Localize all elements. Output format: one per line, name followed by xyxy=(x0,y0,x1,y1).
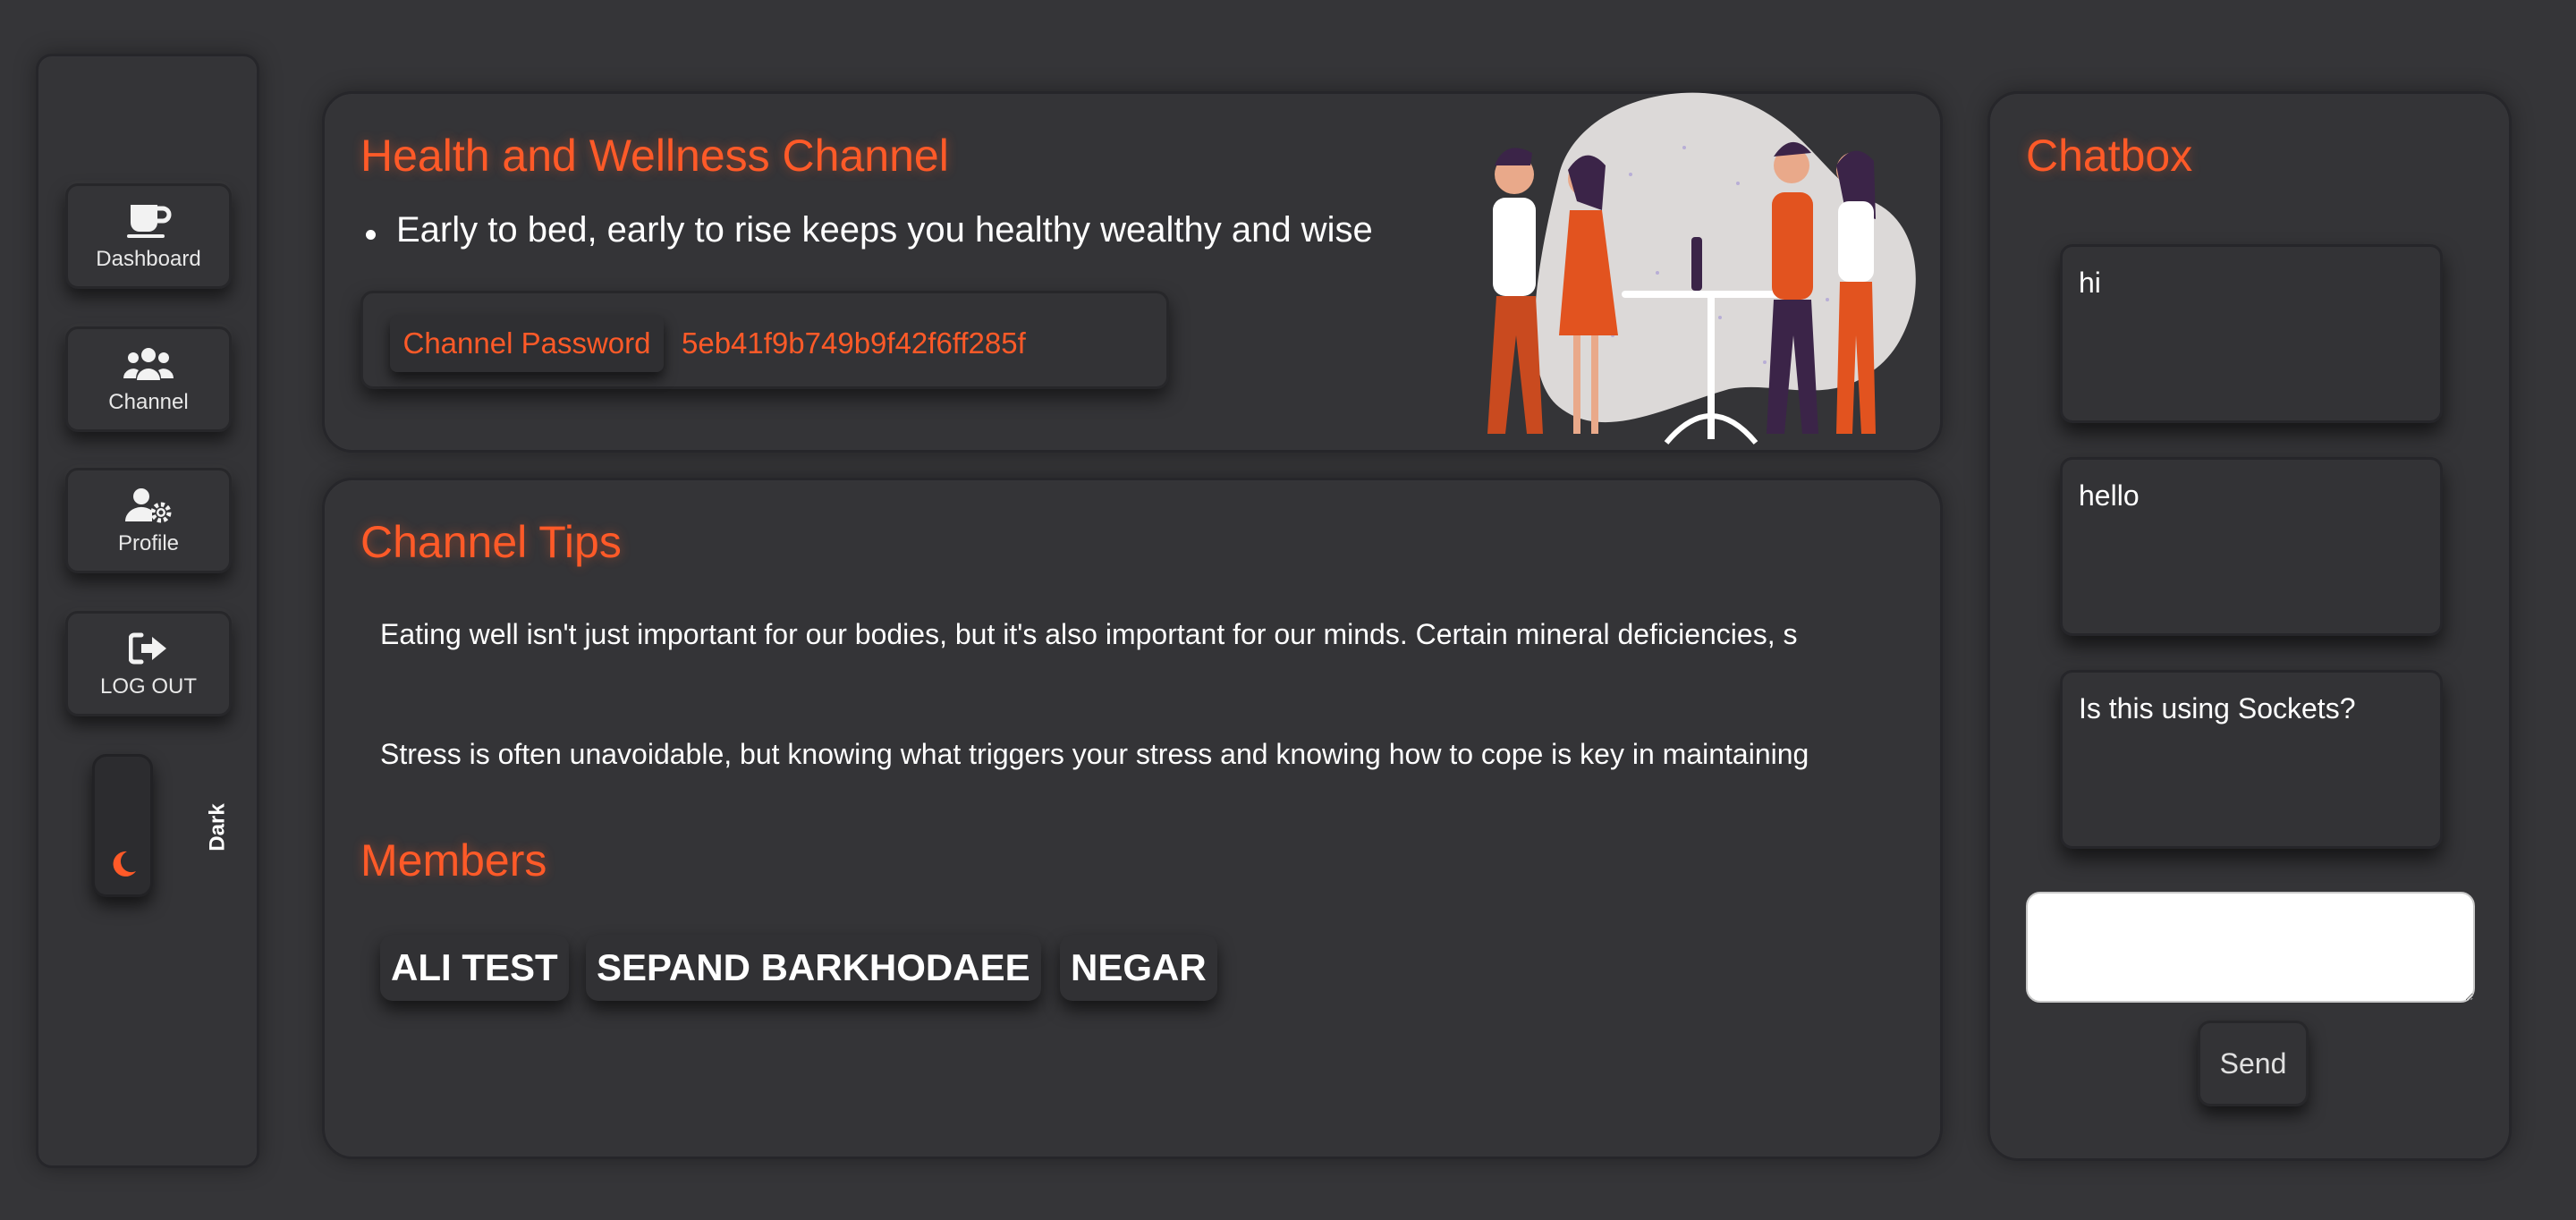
chat-message: hi xyxy=(2060,244,2443,423)
send-button[interactable]: Send xyxy=(2198,1021,2309,1106)
sidebar-item-channel[interactable]: Channel xyxy=(65,326,232,432)
sidebar-item-logout[interactable]: LOG OUT xyxy=(65,611,232,716)
channel-description: Early to bed, early to rise keeps you he… xyxy=(366,210,1373,250)
tip-item: Stress is often unavoidable, but knowing… xyxy=(380,738,1809,770)
channel-password-box: Channel Password 5eb41f9b749b9f42f6ff285… xyxy=(360,291,1169,389)
sidebar: Dashboard Channel Profile LOG OUT Dark xyxy=(36,54,259,1168)
channel-password-label: Channel Password xyxy=(390,315,664,372)
member-chip[interactable]: ALI TEST xyxy=(380,935,569,1001)
sidebar-item-dashboard[interactable]: Dashboard xyxy=(65,183,232,289)
theme-label: Dark xyxy=(205,803,230,851)
channel-header-panel: Health and Wellness Channel Early to bed… xyxy=(322,91,1943,453)
sidebar-item-label: Dashboard xyxy=(96,247,201,271)
user-gear-icon xyxy=(122,485,175,526)
chatbox-title: Chatbox xyxy=(2026,131,2193,181)
member-chip[interactable]: SEPAND BARKHODAEE xyxy=(586,935,1041,1001)
theme-toggle[interactable] xyxy=(92,754,153,897)
people-socializing-illustration xyxy=(1487,92,1916,445)
tip-item: Eating well isn't just important for our… xyxy=(380,618,1798,650)
chat-message-input[interactable] xyxy=(2026,892,2475,1003)
users-icon xyxy=(122,343,175,385)
members-title: Members xyxy=(360,835,547,885)
coffee-cup-icon xyxy=(122,200,175,241)
sign-out-icon xyxy=(122,628,175,669)
channel-password-value: 5eb41f9b749b9f42f6ff285f xyxy=(682,326,1026,360)
channel-tips-panel: Channel Tips Eating well isn't just impo… xyxy=(322,478,1943,1159)
member-chip[interactable]: NEGAR xyxy=(1060,935,1217,1001)
chatbox-panel: Chatbox hi hello Is this using Sockets? … xyxy=(1987,91,2512,1161)
moon-icon xyxy=(109,850,138,883)
sidebar-item-label: Channel xyxy=(108,390,189,414)
tips-title: Channel Tips xyxy=(360,517,622,567)
chat-message: Is this using Sockets? xyxy=(2060,670,2443,849)
sidebar-item-label: Profile xyxy=(117,531,180,555)
sidebar-item-profile[interactable]: Profile xyxy=(65,468,232,573)
chat-message: hello xyxy=(2060,457,2443,636)
channel-title: Health and Wellness Channel xyxy=(360,131,949,181)
sidebar-item-label: LOG OUT xyxy=(99,674,197,699)
